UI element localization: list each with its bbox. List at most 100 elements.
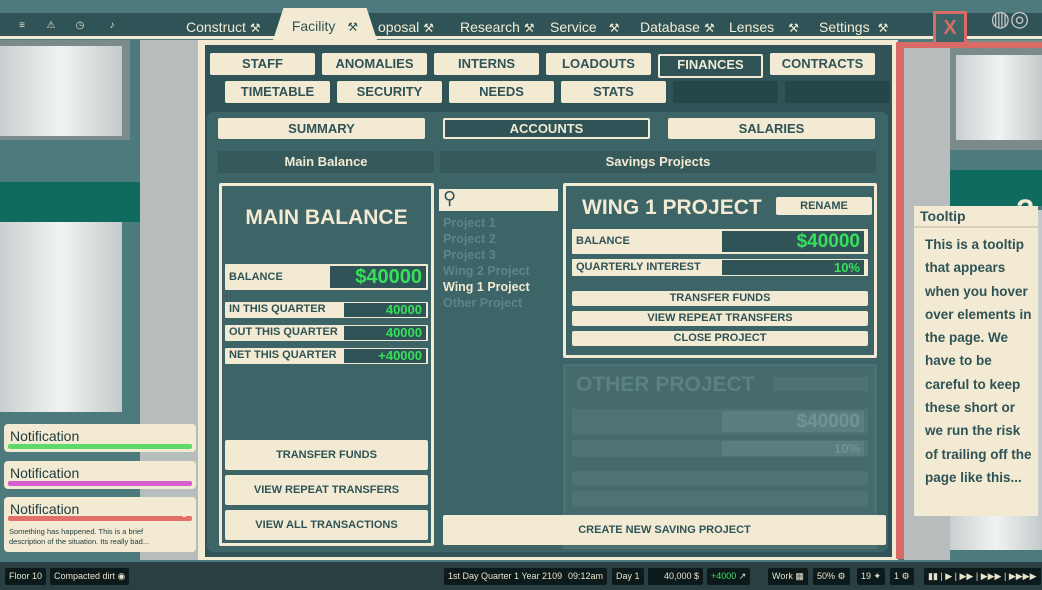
notification[interactable]: Notification !: [4, 461, 196, 489]
staff-count[interactable]: 19 ✦: [857, 568, 886, 585]
out-quarter-value: 40000: [344, 326, 426, 340]
in-quarter-value: 40000: [344, 303, 426, 317]
notification-title: Notification: [10, 501, 80, 517]
tab-stats[interactable]: STATS: [561, 81, 666, 103]
hammer-icon: ⚒: [523, 21, 535, 35]
project-view-repeat-transfers-button[interactable]: VIEW REPEAT TRANSFERS: [572, 311, 868, 326]
floor-indicator[interactable]: Floor 10: [5, 568, 47, 585]
tab-needs[interactable]: NEEDS: [449, 81, 554, 103]
work-mode[interactable]: Work ▦: [768, 568, 808, 585]
tab-security[interactable]: SECURITY: [337, 81, 442, 103]
project-list-item-selected[interactable]: Wing 1 Project: [443, 279, 563, 295]
building-window: [0, 222, 122, 412]
notification-bar: [8, 444, 192, 449]
wing-project-card: WING 1 PROJECT RENAME BALANCE $40000 QUA…: [563, 183, 877, 358]
out-quarter-row: OUT THIS QUARTER 40000: [225, 325, 428, 341]
net-quarter-value: +40000: [344, 349, 426, 363]
gear-icon: ⚙: [837, 571, 846, 581]
notification-title: Notification: [10, 465, 80, 481]
pause-button[interactable]: ▮▮: [928, 571, 938, 581]
tab-proposal[interactable]: oposal ⚒: [378, 16, 434, 38]
tab-salaries[interactable]: SALARIES: [668, 118, 875, 139]
project-list-item[interactable]: Project 1: [443, 215, 563, 231]
rename-button[interactable]: RENAME: [776, 197, 872, 215]
bell-icon[interactable]: ♪: [101, 17, 123, 35]
tab-finances[interactable]: FINANCES: [658, 54, 763, 78]
hammer-icon: ⚒: [877, 21, 889, 35]
other-project-title: OTHER PROJECT: [576, 373, 755, 396]
tab-anomalies[interactable]: ANOMALIES: [322, 53, 427, 75]
close-project-button[interactable]: CLOSE PROJECT: [572, 331, 868, 346]
percent-indicator[interactable]: 50% ⚙: [813, 568, 850, 585]
hammer-icon: ⚒: [347, 20, 359, 34]
other-button-placeholder: [572, 471, 868, 486]
speed-3-button[interactable]: ▶▶▶: [981, 571, 1002, 581]
eye-icon: ◉: [117, 571, 126, 581]
exclamation-icon: !: [180, 497, 188, 522]
speed-4-button[interactable]: ▶▶▶▶: [1009, 571, 1037, 581]
project-search-input[interactable]: ⚲: [439, 188, 558, 211]
alert-count[interactable]: 1 ⚙: [890, 568, 914, 585]
building-awning: [0, 182, 140, 222]
view-repeat-transfers-button[interactable]: VIEW REPEAT TRANSFERS: [225, 475, 428, 505]
tab-construct[interactable]: Construct ⚒: [186, 16, 261, 38]
tab-database[interactable]: Database ⚒: [640, 16, 715, 38]
quarterly-interest-row: QUARTERLY INTEREST 10%: [572, 259, 868, 276]
quarterly-interest-value: 10%: [722, 260, 864, 275]
tooltip-frame-top: [896, 42, 1042, 48]
tab-interns[interactable]: INTERNS: [434, 53, 539, 75]
hammer-icon: ⚒: [788, 21, 799, 35]
terrain-indicator[interactable]: Compacted dirt ◉: [50, 568, 130, 585]
tab-loadouts[interactable]: LOADOUTS: [546, 53, 651, 75]
tab-timetable[interactable]: TIMETABLE: [225, 81, 330, 103]
create-saving-project-button[interactable]: CREATE NEW SAVING PROJECT: [443, 515, 886, 545]
speed-1-button[interactable]: ▶: [945, 571, 952, 581]
tab-research[interactable]: Research ⚒: [460, 16, 535, 38]
notification-title: Notification: [10, 428, 80, 444]
other-interest-value: 10%: [722, 441, 864, 456]
menu-icon[interactable]: ≡: [11, 17, 33, 35]
close-button[interactable]: X: [933, 11, 967, 45]
speed-2-button[interactable]: ▶▶: [960, 571, 974, 581]
tab-lenses[interactable]: Lenses ⚒: [729, 16, 799, 38]
in-quarter-row: IN THIS QUARTER 40000: [225, 302, 428, 318]
tab-accounts[interactable]: ACCOUNTS: [443, 118, 650, 139]
main-balance-title: MAIN BALANCE: [245, 206, 408, 229]
trend-icon: ↗: [738, 571, 747, 581]
money-display: 40,000 $: [648, 568, 703, 585]
project-list-item[interactable]: Wing 2 Project: [443, 263, 563, 279]
top-nav-bar: ≡ ⚠ ◷ ♪ Construct ⚒ oposal ⚒ Research ⚒ Ser…: [0, 13, 1042, 39]
search-icon: ⚲: [443, 188, 457, 208]
warning-icon[interactable]: ⚠: [40, 17, 62, 35]
tab-settings[interactable]: Settings ⚒: [819, 16, 888, 38]
view-all-transactions-button[interactable]: VIEW ALL TRANSACTIONS: [225, 510, 428, 540]
globe-icon[interactable]: ◍◎: [985, 5, 1035, 33]
tooltip-frame-side: [896, 44, 904, 559]
cog-icon: ⚙: [901, 571, 910, 581]
hammer-icon: ⚒: [423, 21, 435, 35]
main-balance-card: MAIN BALANCE BALANCE $40000 IN THIS QUAR…: [219, 183, 434, 546]
tab-facility[interactable]: Facility ⚒: [273, 8, 377, 40]
tooltip-body: This is a tooltip that appears when you …: [925, 237, 1032, 485]
tab-staff[interactable]: STAFF: [210, 53, 315, 75]
tab-service[interactable]: Service ⚒: [550, 16, 619, 38]
project-list-item[interactable]: Other Project: [443, 295, 563, 311]
project-list-item[interactable]: Project 3: [443, 247, 563, 263]
hammer-icon: ⚒: [703, 21, 715, 35]
transfer-funds-button[interactable]: TRANSFER FUNDS: [225, 440, 428, 470]
building-window: [956, 55, 1042, 140]
question-icon: ?: [1016, 194, 1035, 227]
other-rename-placeholder: [774, 377, 868, 391]
tab-contracts[interactable]: CONTRACTS: [770, 53, 875, 75]
walker-icon: ✦: [873, 571, 882, 581]
status-bar: Floor 10 Compacted dirt ◉ 1st Day Quarte…: [0, 562, 1042, 590]
notification-bar: [8, 481, 192, 486]
project-transfer-funds-button[interactable]: TRANSFER FUNDS: [572, 291, 868, 306]
project-list-item[interactable]: Project 2: [443, 231, 563, 247]
main-balance-header: Main Balance: [218, 151, 434, 173]
notification-expanded[interactable]: Notification ! Something has happened. T…: [4, 497, 196, 552]
tab-summary[interactable]: SUMMARY: [218, 118, 425, 139]
notification[interactable]: Notification !: [4, 424, 196, 452]
tab-empty: [785, 81, 890, 103]
clock-icon[interactable]: ◷: [69, 17, 91, 35]
